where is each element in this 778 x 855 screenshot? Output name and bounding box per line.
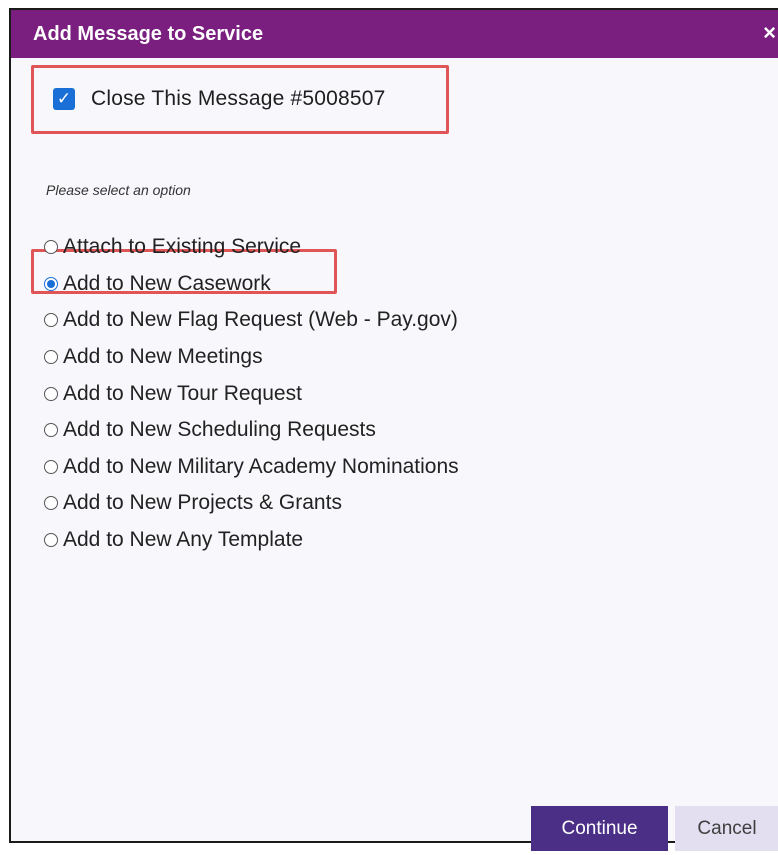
option-add-new-projects-grants[interactable]: Add to New Projects & Grants (44, 485, 459, 522)
option-label: Add to New Any Template (63, 528, 304, 552)
radio-button[interactable] (44, 423, 58, 438)
option-label: Add to New Flag Request (Web - Pay.gov) (63, 308, 458, 332)
radio-button[interactable] (44, 386, 58, 401)
option-label: Add to New Tour Request (63, 381, 302, 405)
close-message-label: Close This Message #5008507 (91, 87, 386, 110)
option-add-new-flag-request[interactable]: Add to New Flag Request (Web - Pay.gov) (44, 302, 459, 339)
option-add-new-meetings[interactable]: Add to New Meetings (44, 339, 459, 376)
cancel-button[interactable]: Cancel (675, 806, 778, 851)
option-label: Add to New Meetings (63, 345, 263, 369)
radio-button[interactable] (44, 240, 58, 255)
option-label: Add to New Scheduling Requests (63, 418, 376, 442)
continue-button[interactable]: Continue (531, 806, 668, 851)
option-add-new-military-academy-nominations[interactable]: Add to New Military Academy Nominations (44, 449, 459, 486)
radio-button-selected[interactable] (44, 276, 58, 291)
option-label: Attach to Existing Service (63, 235, 302, 259)
option-add-new-casework[interactable]: Add to New Casework (44, 266, 459, 303)
dialog-title: Add Message to Service (33, 22, 264, 45)
close-message-row[interactable]: ✓ Close This Message #5008507 (53, 87, 386, 111)
option-add-new-tour-request[interactable]: Add to New Tour Request (44, 375, 459, 412)
close-icon[interactable]: × (763, 21, 776, 45)
radio-button[interactable] (44, 459, 58, 474)
dialog-title-bar: Add Message to Service × (11, 10, 778, 58)
option-add-new-any-template[interactable]: Add to New Any Template (44, 522, 459, 559)
option-radio-group: Attach to Existing Service Add to New Ca… (44, 229, 459, 558)
option-label: Add to New Military Academy Nominations (63, 454, 459, 478)
radio-button[interactable] (44, 496, 58, 511)
radio-button[interactable] (44, 350, 58, 365)
add-message-dialog: Add Message to Service × ✓ Close This Me… (9, 8, 778, 851)
radio-button[interactable] (44, 313, 58, 328)
option-label: Add to New Casework (63, 271, 271, 295)
radio-button[interactable] (44, 533, 58, 548)
option-add-new-scheduling-requests[interactable]: Add to New Scheduling Requests (44, 412, 459, 449)
close-message-checkbox[interactable]: ✓ (53, 88, 75, 110)
select-option-prompt: Please select an option (46, 182, 191, 198)
option-label: Add to New Projects & Grants (63, 491, 342, 515)
option-attach-existing-service[interactable]: Attach to Existing Service (44, 229, 459, 266)
